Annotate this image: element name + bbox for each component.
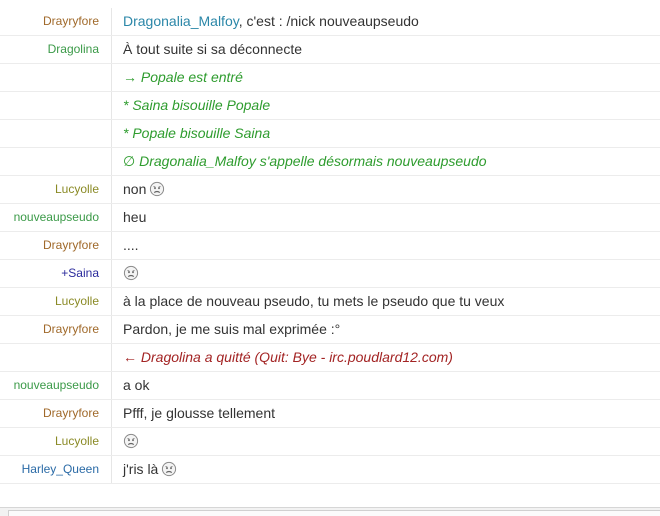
message-nick[interactable]: Drayryfore <box>0 8 112 35</box>
message-row: Lucyolle <box>0 428 660 456</box>
message-row: Dragolina À tout suite si sa déconnecte <box>0 36 660 64</box>
message-text: .... <box>123 237 139 253</box>
message-nick[interactable]: Drayryfore <box>0 400 112 427</box>
message-row: ∅ Dragonalia_Malfoy s'appelle désormais … <box>0 148 660 176</box>
message-row: Drayryfore Dragonalia_Malfoy, c'est : /n… <box>0 0 660 36</box>
message-row: nouveaupseudo heu <box>0 204 660 232</box>
sad-face-icon <box>123 263 139 290</box>
sad-face-icon <box>149 179 165 206</box>
message-row: nouveaupseudo a ok <box>0 372 660 400</box>
input-area <box>0 507 660 516</box>
message-row: Lucyolle à la place de nouveau pseudo, t… <box>0 288 660 316</box>
message-nick[interactable]: Harley_Queen <box>0 456 112 483</box>
arrow-left-icon: ← <box>123 349 137 365</box>
message-nick <box>0 92 112 119</box>
message-nick[interactable]: +Saina <box>0 260 112 287</box>
message-nick[interactable]: Lucyolle <box>0 176 112 203</box>
message-text: Dragonalia_Malfoy, c'est : /nick nouveau… <box>123 13 419 29</box>
sad-face-icon <box>123 431 139 458</box>
message-row: Drayryfore Pardon, je me suis mal exprim… <box>0 316 660 344</box>
message-row: Drayryfore Pfff, je glousse tellement <box>0 400 660 428</box>
message-text: à la place de nouveau pseudo, tu mets le… <box>123 293 505 309</box>
message-nick <box>0 64 112 91</box>
message-nick <box>0 120 112 147</box>
message-row: Drayryfore .... <box>0 232 660 260</box>
message-row: Harley_Queen j'ris là <box>0 456 660 484</box>
message-row: Lucyolle non <box>0 176 660 204</box>
message-text: non <box>112 176 165 203</box>
message-nick[interactable]: Lucyolle <box>0 428 112 455</box>
message-nick <box>0 148 112 175</box>
message-text: À tout suite si sa déconnecte <box>123 41 302 57</box>
message-nick[interactable]: Dragolina <box>0 36 112 63</box>
message-text <box>112 260 139 287</box>
message-nick[interactable]: Lucyolle <box>0 288 112 315</box>
join-notice: → Popale est entré <box>123 69 243 85</box>
nick-change-notice: ∅ Dragonalia_Malfoy s'appelle désormais … <box>123 153 487 169</box>
message-nick[interactable]: nouveaupseudo <box>0 372 112 399</box>
message-nick[interactable]: Drayryfore <box>0 232 112 259</box>
arrow-right-icon: → <box>123 69 137 85</box>
quit-notice: ← Dragolina a quitté (Quit: Bye - irc.po… <box>123 349 453 365</box>
message-row: +Saina <box>0 260 660 288</box>
message-text: j'ris là <box>112 456 177 483</box>
nick-mention-link[interactable]: Dragonalia_Malfoy <box>123 13 239 29</box>
message-nick[interactable]: Drayryfore <box>0 316 112 343</box>
message-text: a ok <box>123 377 150 393</box>
chat-log: Drayryfore Dragonalia_Malfoy, c'est : /n… <box>0 0 660 507</box>
message-row: * Popale bisouille Saina <box>0 120 660 148</box>
message-text: Pfff, je glousse tellement <box>123 405 276 421</box>
message-text <box>112 428 139 455</box>
action-notice: * Popale bisouille Saina <box>123 125 271 141</box>
sad-face-icon <box>161 459 177 486</box>
message-row: → Popale est entré <box>0 64 660 92</box>
message-nick <box>0 344 112 371</box>
message-text: heu <box>123 209 147 225</box>
message-text: Pardon, je me suis mal exprimée :° <box>123 321 341 337</box>
message-input[interactable] <box>8 510 660 516</box>
message-row: ← Dragolina a quitté (Quit: Bye - irc.po… <box>0 344 660 372</box>
action-notice: * Saina bisouille Popale <box>123 97 271 113</box>
message-row: * Saina bisouille Popale <box>0 92 660 120</box>
message-nick[interactable]: nouveaupseudo <box>0 204 112 231</box>
empty-set-icon: ∅ <box>123 153 136 169</box>
